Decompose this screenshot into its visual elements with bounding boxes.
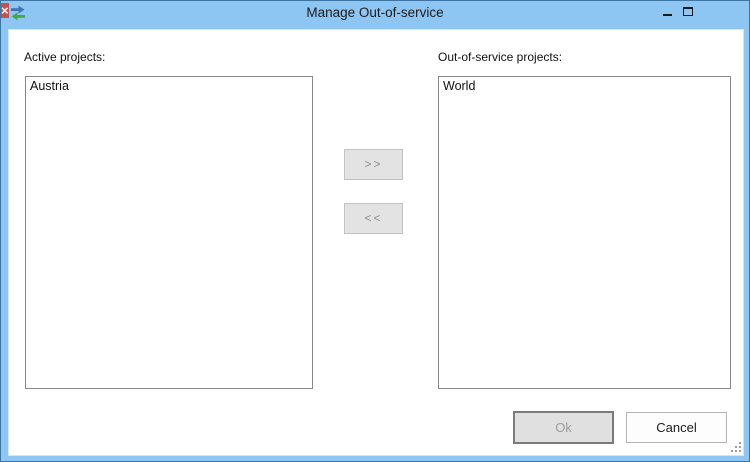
move-to-active-button[interactable]: << (344, 203, 403, 234)
active-projects-label: Active projects: (24, 50, 106, 64)
resize-grip[interactable] (731, 442, 742, 453)
out-of-service-projects-label: Out-of-service projects: (438, 50, 563, 64)
out-of-service-projects-listbox[interactable]: World (438, 76, 731, 389)
active-projects-listbox[interactable]: Austria (25, 76, 313, 389)
minimize-icon (662, 14, 672, 16)
list-item[interactable]: World (439, 78, 730, 95)
cancel-button[interactable]: Cancel (626, 412, 727, 443)
list-item[interactable]: Austria (26, 78, 312, 95)
maximize-icon (683, 7, 693, 16)
ok-button[interactable]: Ok (513, 411, 614, 444)
minimize-button[interactable] (656, 1, 678, 22)
title-bar[interactable]: Manage Out-of-service × (1, 1, 749, 30)
move-to-out-of-service-button[interactable]: >> (344, 149, 403, 180)
maximize-button[interactable] (678, 1, 698, 22)
dialog-window: Manage Out-of-service × Active projects:… (0, 0, 750, 462)
page-title: Manage Out-of-service (306, 5, 444, 20)
dialog-content: Active projects: Austria Out-of-service … (9, 30, 743, 455)
